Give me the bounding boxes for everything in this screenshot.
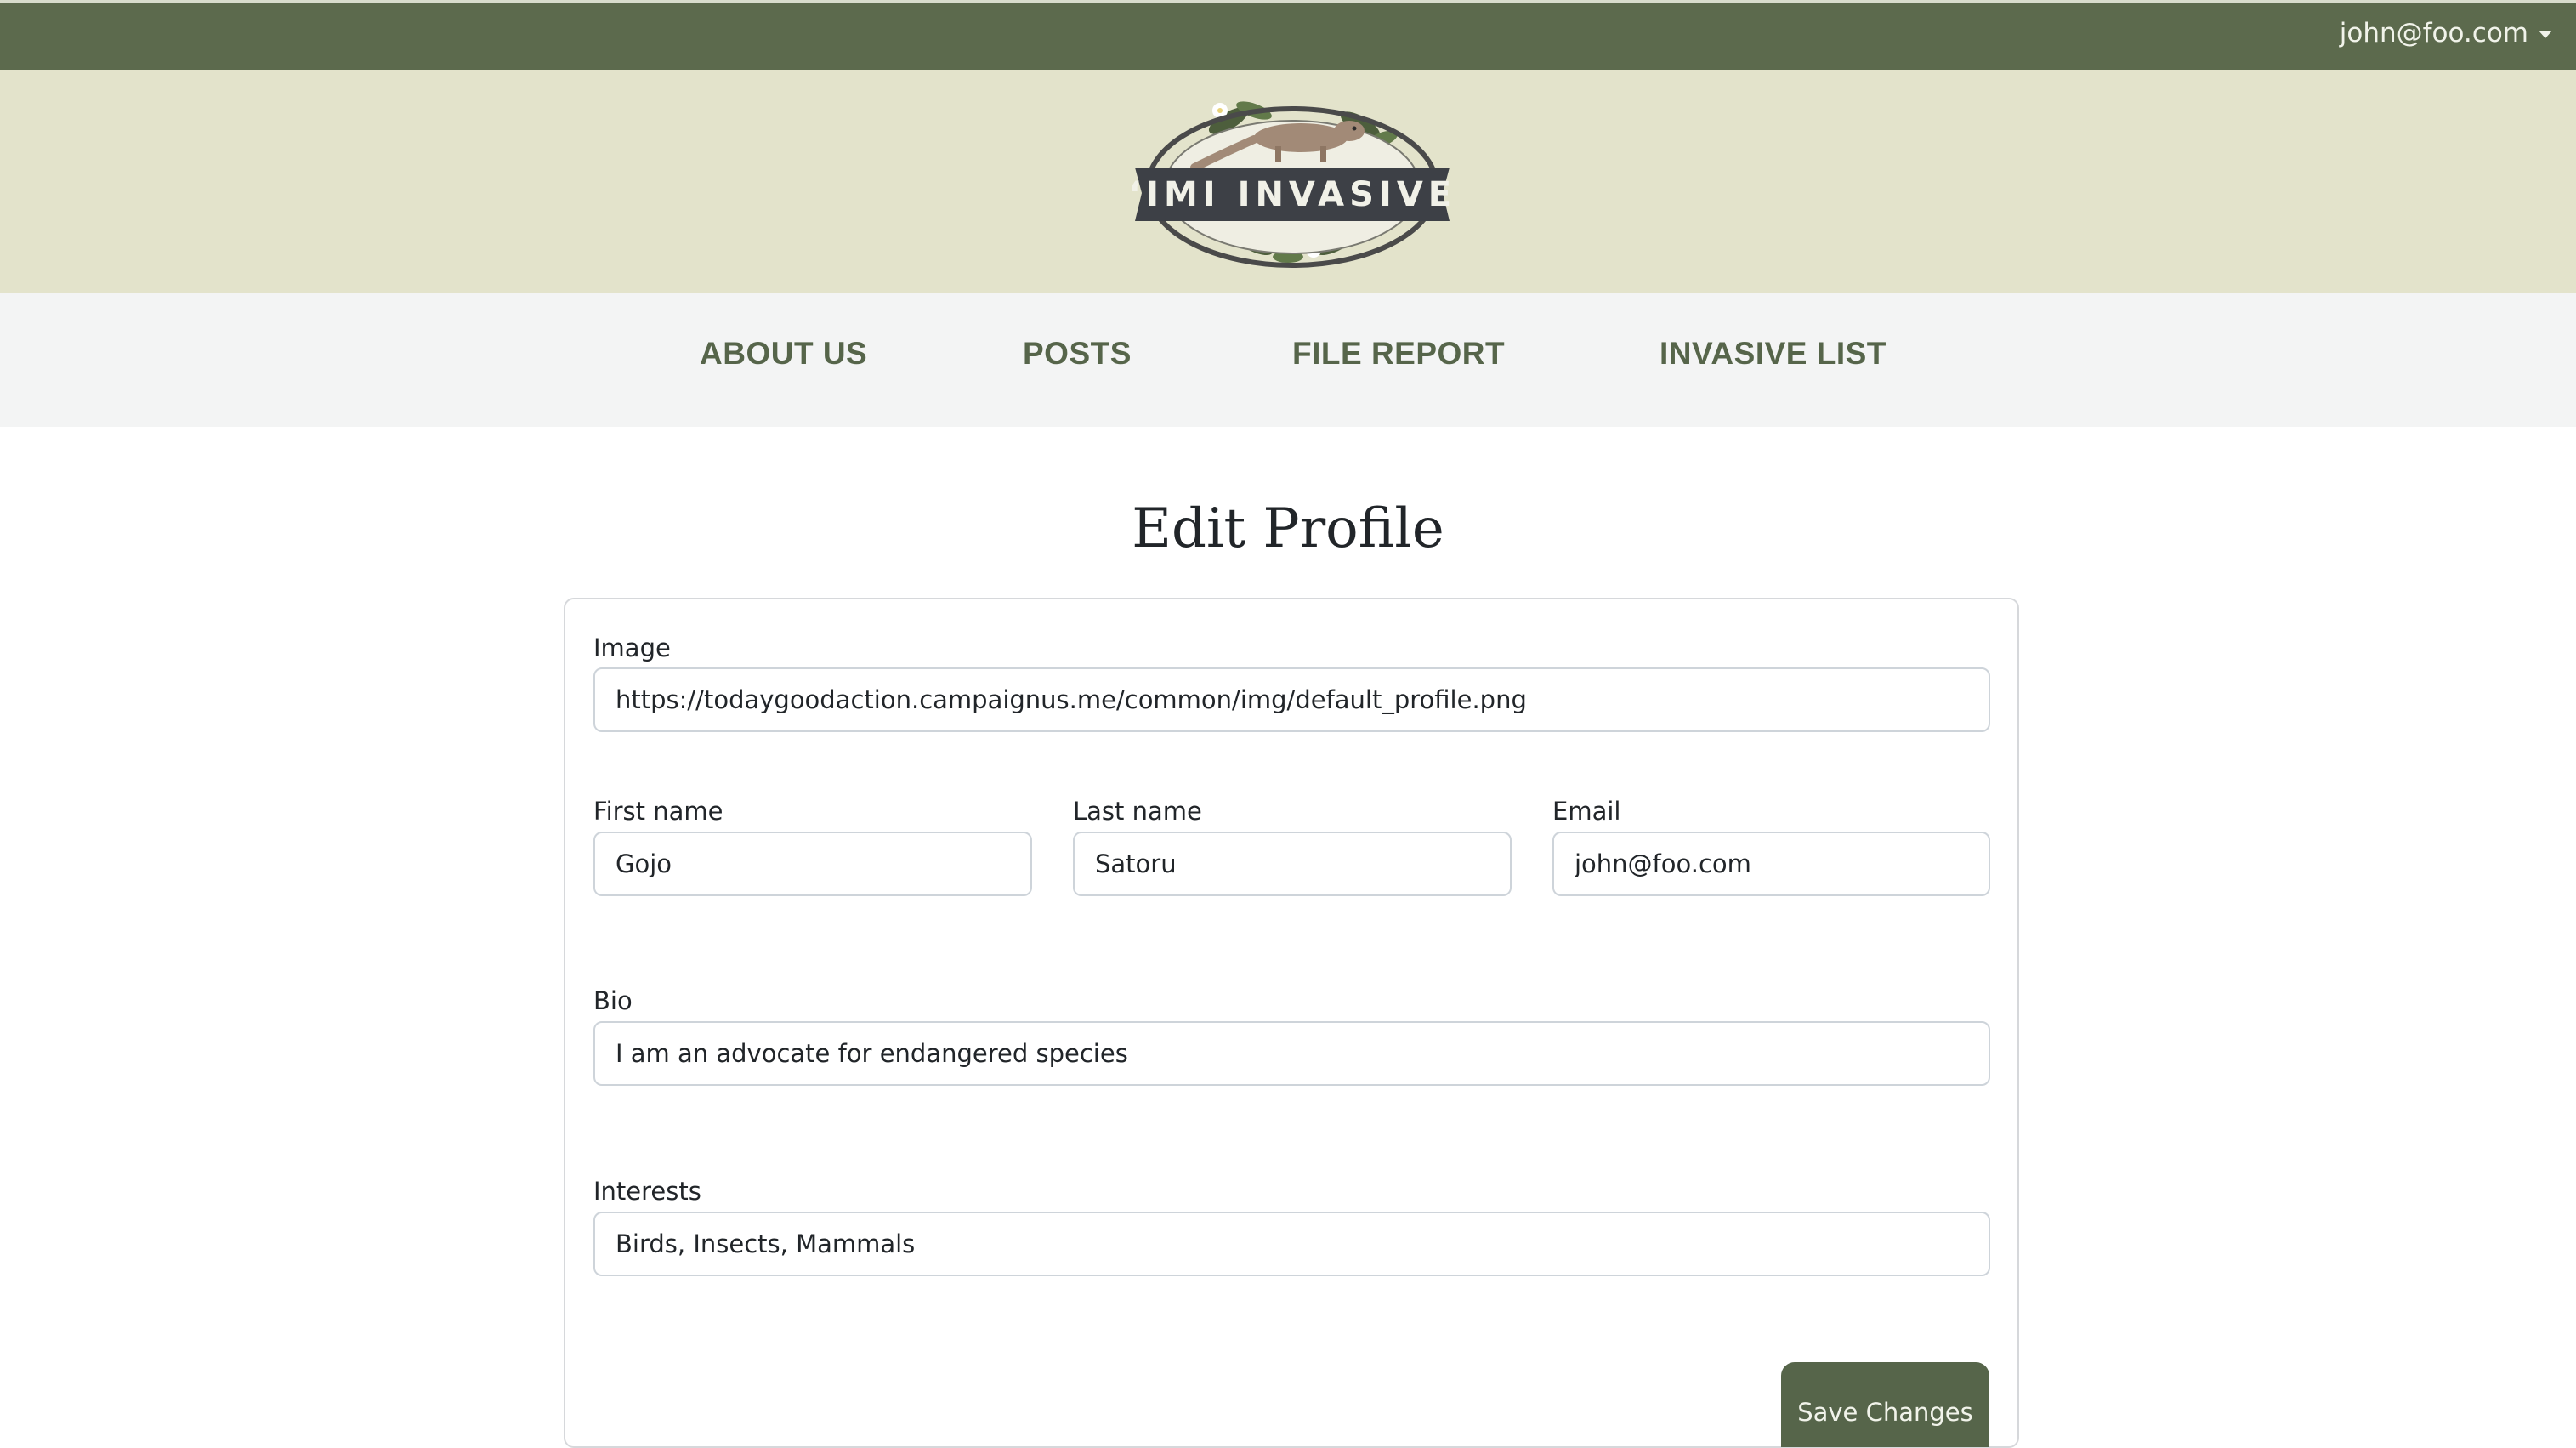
bio-label: Bio [593,986,633,1015]
image-label: Image [593,633,671,662]
email-label: Email [1552,797,1621,826]
mongoose-logo-icon[interactable]: ‘IMI INVASIVE [1126,87,1458,278]
top-user-bar: john@foo.com [0,0,2576,70]
page-title: Edit Profile [1132,497,1444,560]
nav-item-invasive-list[interactable]: INVASIVE LIST [1660,336,1887,372]
email-input[interactable] [1552,832,1990,896]
nav-item-file-report[interactable]: FILE REPORT [1292,336,1505,372]
nav-item-about-us[interactable]: ABOUT US [700,336,867,372]
first-name-input[interactable] [593,832,1032,896]
save-changes-button[interactable]: Save Changes [1781,1362,1989,1447]
image-url-input[interactable] [593,667,1990,732]
user-email-label: john@foo.com [2339,18,2528,48]
user-menu-dropdown[interactable]: john@foo.com [2340,18,2552,48]
header-banner: ‘IMI INVASIVE [0,70,2576,293]
interests-input[interactable] [593,1212,1990,1276]
last-name-input[interactable] [1073,832,1512,896]
main-navbar: ABOUT US POSTS FILE REPORT INVASIVE LIST [0,293,2576,427]
interests-label: Interests [593,1177,701,1206]
logo-text: ‘IMI INVASIVE [1128,175,1456,214]
last-name-label: Last name [1073,797,1202,826]
first-name-label: First name [593,797,723,826]
nav-item-posts[interactable]: POSTS [1023,336,1132,372]
caret-down-icon [2539,30,2552,38]
bio-input[interactable] [593,1021,1990,1086]
edit-profile-form: Image First name Last name Email Bio Int… [564,598,2019,1448]
